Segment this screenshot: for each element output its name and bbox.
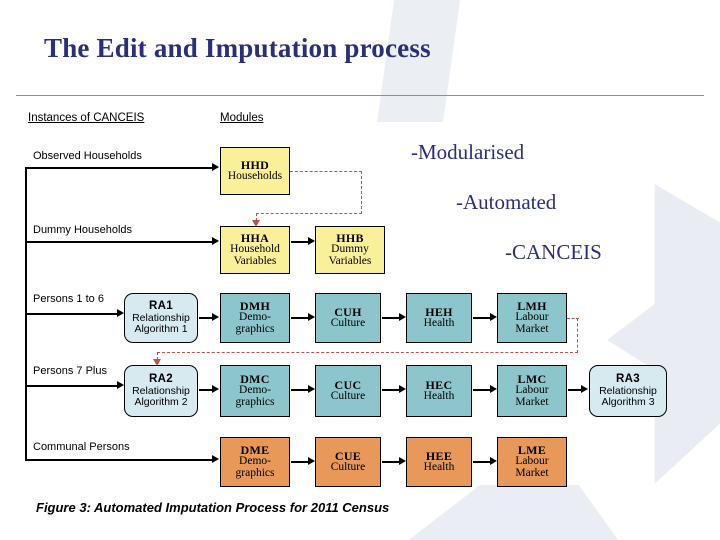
feed-line-communal (25, 459, 213, 461)
module-desc-lmc: Labour Market (515, 384, 549, 409)
module-box-dmc[interactable]: DMC Demo- graphics (220, 365, 290, 417)
module-desc-lme: Labour Market (515, 455, 549, 480)
module-box-lme[interactable]: LME Labour Market (497, 437, 567, 487)
feedback-line-hhd-left (256, 213, 362, 214)
module-desc-ra2: Relationship Algorithm 2 (132, 385, 190, 408)
module-box-dmh[interactable]: DMH Demo- graphics (220, 293, 290, 343)
connector-dme-cue (291, 461, 309, 463)
connector-arrow-cuc-hec (399, 385, 406, 393)
module-box-hha[interactable]: HHA Household Variables (220, 226, 290, 274)
instance-label-dummy-households: Dummy Households (33, 224, 133, 236)
connector-arrow-ra2-dmc (212, 385, 219, 393)
connector-cue-hee (382, 461, 400, 463)
connector-hha-hhb (291, 241, 309, 243)
slide-canvas: The Edit and Imputation process Instance… (0, 0, 720, 540)
connector-hee-lme (473, 461, 491, 463)
module-box-hec[interactable]: HEC Health (406, 365, 472, 417)
connector-arrow-hee-lme (490, 457, 497, 465)
feed-line-persons-7-plus (25, 385, 118, 387)
feedback-line-hhd-down (361, 171, 362, 214)
module-desc-dme: Demo- graphics (235, 455, 275, 480)
module-desc-hhb: Dummy Variables (328, 243, 372, 268)
instance-label-persons-1-to-6: Persons 1 to 6 (33, 293, 104, 305)
module-desc-hee: Health (423, 461, 455, 474)
connector-arrow-hec-lmc (490, 385, 497, 393)
module-desc-ra3: Relationship Algorithm 3 (599, 385, 657, 408)
module-desc-lmh: Labour Market (515, 311, 549, 336)
feed-arrow-observed (212, 163, 219, 171)
module-box-dme[interactable]: DME Demo- graphics (220, 437, 290, 487)
bracket-observed (25, 167, 27, 229)
column-header-instances: Instances of CANCEIS (28, 112, 145, 124)
connector-arrow-cuh-heh (399, 313, 406, 321)
module-box-cuc[interactable]: CUC Culture (315, 365, 381, 417)
module-box-ra3[interactable]: RA3 Relationship Algorithm 3 (589, 365, 667, 417)
module-desc-hec: Health (423, 390, 455, 403)
module-box-cue[interactable]: CUE Culture (315, 437, 381, 487)
connector-arrow-hha-hhb (308, 237, 315, 245)
module-box-lmc[interactable]: LMC Labour Market (497, 365, 567, 417)
feed-arrow-communal (212, 455, 219, 463)
feed-line-dummy (25, 241, 213, 243)
connector-arrow-cue-hee (399, 457, 406, 465)
feedback-line-lmh-down (577, 318, 578, 353)
callout-automated: -Automated (456, 190, 557, 214)
feed-arrow-persons-7-plus (117, 381, 124, 389)
connector-arrow-lmc-ra3 (581, 385, 588, 393)
module-box-hhd[interactable]: HHD Households (220, 147, 290, 195)
module-box-cuh[interactable]: CUH Culture (315, 293, 381, 343)
title-divider-rule (16, 95, 704, 96)
connector-arrow-dme-cue (308, 457, 315, 465)
module-box-heh[interactable]: HEH Health (406, 293, 472, 343)
module-box-lmh[interactable]: LMH Labour Market (497, 293, 567, 343)
connector-lmc-ra3 (568, 389, 582, 391)
module-desc-cue: Culture (330, 461, 366, 474)
instance-label-communal-persons: Communal Persons (33, 441, 130, 453)
figure-caption: Figure 3: Automated Imputation Process f… (36, 500, 390, 515)
connector-dmc-cuc (291, 389, 309, 391)
bracket-dummy (25, 229, 27, 291)
connector-dmh-cuh (291, 317, 309, 319)
connector-arrow-dmc-cuc (308, 385, 315, 393)
feed-arrow-persons-1-6 (117, 309, 124, 317)
module-desc-dmh: Demo- graphics (235, 311, 275, 336)
module-box-hhb[interactable]: HHB Dummy Variables (315, 226, 385, 274)
module-desc-cuh: Culture (330, 317, 366, 330)
connector-arrow-ra1-dmh (212, 313, 219, 321)
module-box-ra2[interactable]: RA2 Relationship Algorithm 2 (124, 365, 198, 417)
column-header-modules: Modules (220, 112, 264, 124)
watermark-bottom-shape (376, 485, 636, 540)
feed-line-persons-1-6 (25, 313, 118, 315)
connector-ra2-dmc (199, 389, 213, 391)
connector-ra1-dmh (199, 317, 213, 319)
module-desc-ra1: Relationship Algorithm 1 (132, 312, 190, 335)
feed-line-observed (25, 167, 213, 169)
watermark-right-shape (607, 184, 720, 484)
instance-label-persons-7-plus: Persons 7 Plus (33, 365, 107, 377)
connector-cuc-hec (382, 389, 400, 391)
instance-label-observed-households: Observed Households (33, 150, 142, 162)
module-box-ra1[interactable]: RA1 Relationship Algorithm 1 (124, 293, 198, 343)
bracket-persons-7-plus (25, 363, 27, 437)
module-desc-heh: Health (423, 317, 455, 330)
feedback-line-hhd-right (290, 171, 362, 172)
module-desc-hha: Household Variables (230, 243, 280, 268)
bracket-communal (25, 437, 27, 461)
module-desc-dmc: Demo- graphics (235, 384, 275, 409)
feed-arrow-dummy (212, 237, 219, 245)
module-desc-hhd: Households (227, 170, 283, 183)
feedback-line-lmh-left (157, 352, 578, 353)
connector-cuh-heh (382, 317, 400, 319)
callout-modularised: -Modularised (411, 140, 525, 164)
module-box-hee[interactable]: HEE Health (406, 437, 472, 487)
connector-arrow-heh-lmh (490, 313, 497, 321)
bracket-persons-1-6 (25, 291, 27, 363)
callout-canceis: -CANCEIS (505, 240, 602, 264)
connector-heh-lmh (473, 317, 491, 319)
connector-hec-lmc (473, 389, 491, 391)
slide-title: The Edit and Imputation process (44, 33, 431, 63)
module-desc-cuc: Culture (330, 390, 366, 403)
connector-arrow-dmh-cuh (308, 313, 315, 321)
